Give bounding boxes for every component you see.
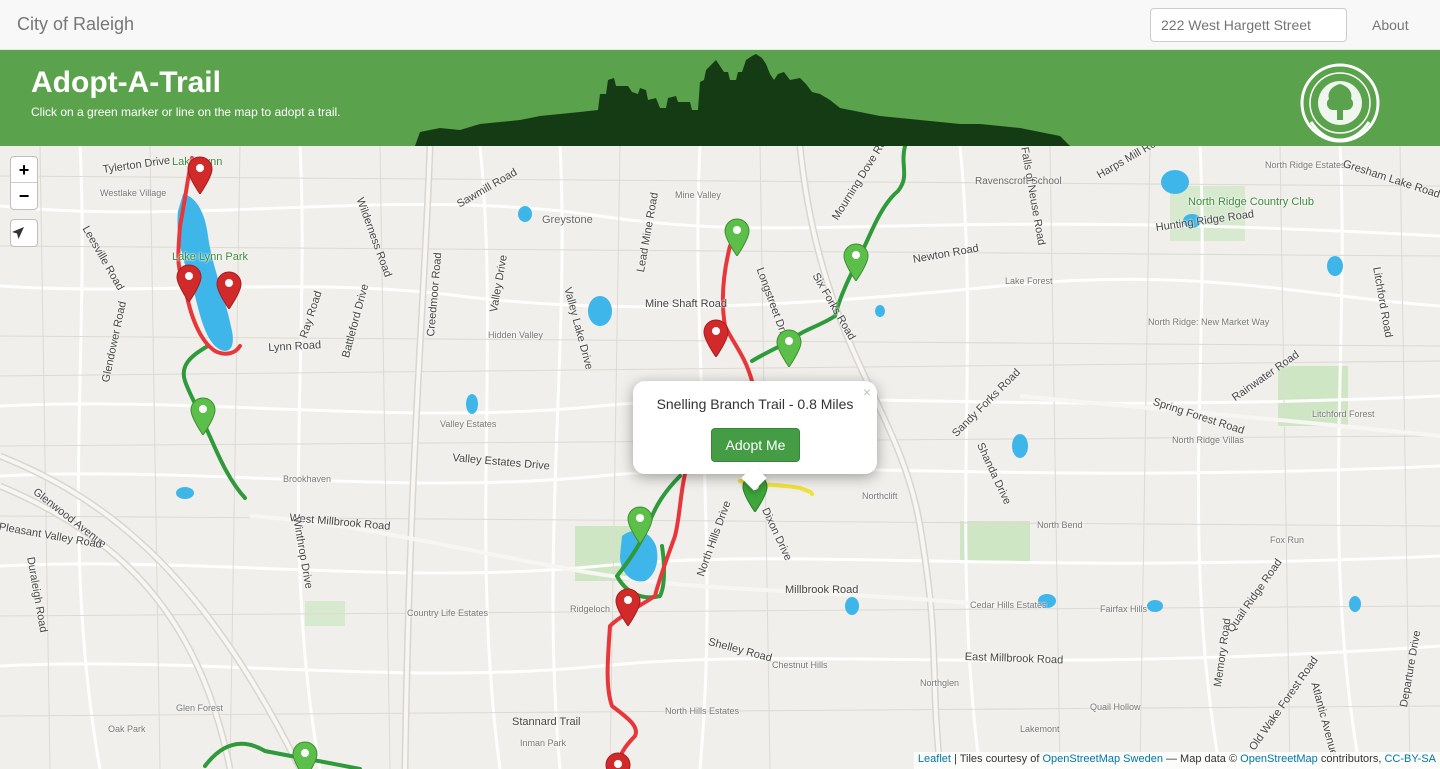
leaflet-link[interactable]: Leaflet xyxy=(918,753,951,765)
available-trail-marker-icon[interactable] xyxy=(190,397,216,435)
map-label: Mine Shaft Road xyxy=(645,298,727,310)
map-label: Country Life Estates xyxy=(407,608,489,618)
map-label: Chestnut Hills xyxy=(772,660,828,670)
available-trail-marker-icon[interactable] xyxy=(843,243,869,281)
map-label: Ridgeloch xyxy=(570,604,611,614)
map-label: Lakemont xyxy=(1020,724,1060,734)
about-link[interactable]: About xyxy=(1372,17,1409,33)
map-label: North Ridge Country Club xyxy=(1188,196,1314,208)
attribution-text: contributors, xyxy=(1317,753,1385,765)
osm-link[interactable]: OpenStreetMap xyxy=(1240,753,1318,765)
attribution-text: — Map data © xyxy=(1162,753,1241,765)
map-label: North Hills Estates xyxy=(665,706,740,716)
available-trail-marker-icon[interactable] xyxy=(292,741,318,769)
map-label: North Ridge Estates xyxy=(1265,160,1346,170)
page-title: Adopt-A-Trail xyxy=(31,66,221,99)
map-label: Greystone xyxy=(542,214,593,226)
adopted-trail-marker-icon[interactable] xyxy=(615,588,641,626)
map-label: Hidden Valley xyxy=(488,330,543,340)
map-label: Quail Hollow xyxy=(1090,702,1141,712)
navigation-arrow-icon xyxy=(12,227,24,239)
top-navbar: City of Raleigh About xyxy=(0,0,1440,50)
map-label: Inman Park xyxy=(520,738,567,748)
park-area xyxy=(960,521,1030,561)
map-label: Lake Lynn Park xyxy=(172,251,249,263)
available-trail-marker-icon[interactable] xyxy=(627,506,653,544)
map-attribution: Leaflet | Tiles courtesy of OpenStreetMa… xyxy=(913,752,1440,769)
zoom-out-button[interactable]: − xyxy=(11,183,37,209)
map-label: Lake Forest xyxy=(1005,276,1053,286)
map-label: Valley Estates xyxy=(440,419,497,429)
map-label: Fairfax Hills xyxy=(1100,604,1148,614)
address-search-input[interactable] xyxy=(1150,8,1347,42)
map-label: Glen Forest xyxy=(176,703,224,713)
adopted-trail-marker-icon[interactable] xyxy=(187,156,213,194)
map-label: North Ridge: New Market Way xyxy=(1148,317,1270,327)
license-link[interactable]: CC-BY-SA xyxy=(1384,753,1436,765)
adopt-me-button[interactable]: Adopt Me xyxy=(711,428,800,462)
page-subtitle: Click on a green marker or line on the m… xyxy=(31,105,341,119)
city-seal-icon xyxy=(1300,63,1380,143)
map-label: Brookhaven xyxy=(283,474,332,484)
available-trail-marker-icon[interactable] xyxy=(724,218,750,256)
adopted-trail[interactable] xyxy=(720,244,754,383)
locate-button[interactable] xyxy=(10,219,38,247)
map-label: Northclift xyxy=(862,491,898,501)
map-label: Northglen xyxy=(920,678,960,688)
page-header: Adopt-A-Trail Click on a green marker or… xyxy=(0,50,1440,146)
map-label: Fox Run xyxy=(1270,535,1305,545)
attribution-text: | Tiles courtesy of xyxy=(950,753,1043,765)
map-label: Cedar Hills Estates xyxy=(970,600,1047,610)
trail-map[interactable]: Tylerton Drive Westlake Village Lake Lyn… xyxy=(0,146,1440,769)
map-label: Stannard Trail xyxy=(512,716,581,728)
adopted-trail-marker-icon[interactable] xyxy=(703,319,729,357)
available-trail-marker-icon[interactable] xyxy=(776,329,802,367)
map-label: Oak Park xyxy=(108,724,146,734)
map-label: Westlake Village xyxy=(100,188,167,198)
map-label: Millbrook Road xyxy=(785,584,859,596)
adopted-trail-marker-icon[interactable] xyxy=(605,752,631,769)
adopted-trail-marker-icon[interactable] xyxy=(176,264,202,302)
map-label: North Ridge Villas xyxy=(1172,435,1244,445)
map-label: Ravenscroft School xyxy=(975,176,1062,187)
osm-sweden-link[interactable]: OpenStreetMap Sweden xyxy=(1042,753,1162,765)
map-label: North Bend xyxy=(1037,520,1083,530)
map-label: Mine Valley xyxy=(675,190,721,200)
map-label: Litchford Forest xyxy=(1312,409,1375,419)
popup-trail-title: Snelling Branch Trail - 0.8 Miles xyxy=(656,396,854,412)
brand-link[interactable]: City of Raleigh xyxy=(17,14,134,35)
adopted-trail-marker-icon[interactable] xyxy=(216,271,242,309)
trail-popup: × Snelling Branch Trail - 0.8 Miles Adop… xyxy=(633,381,877,491)
zoom-in-button[interactable]: + xyxy=(11,157,37,183)
zoom-control: + − xyxy=(10,156,38,210)
